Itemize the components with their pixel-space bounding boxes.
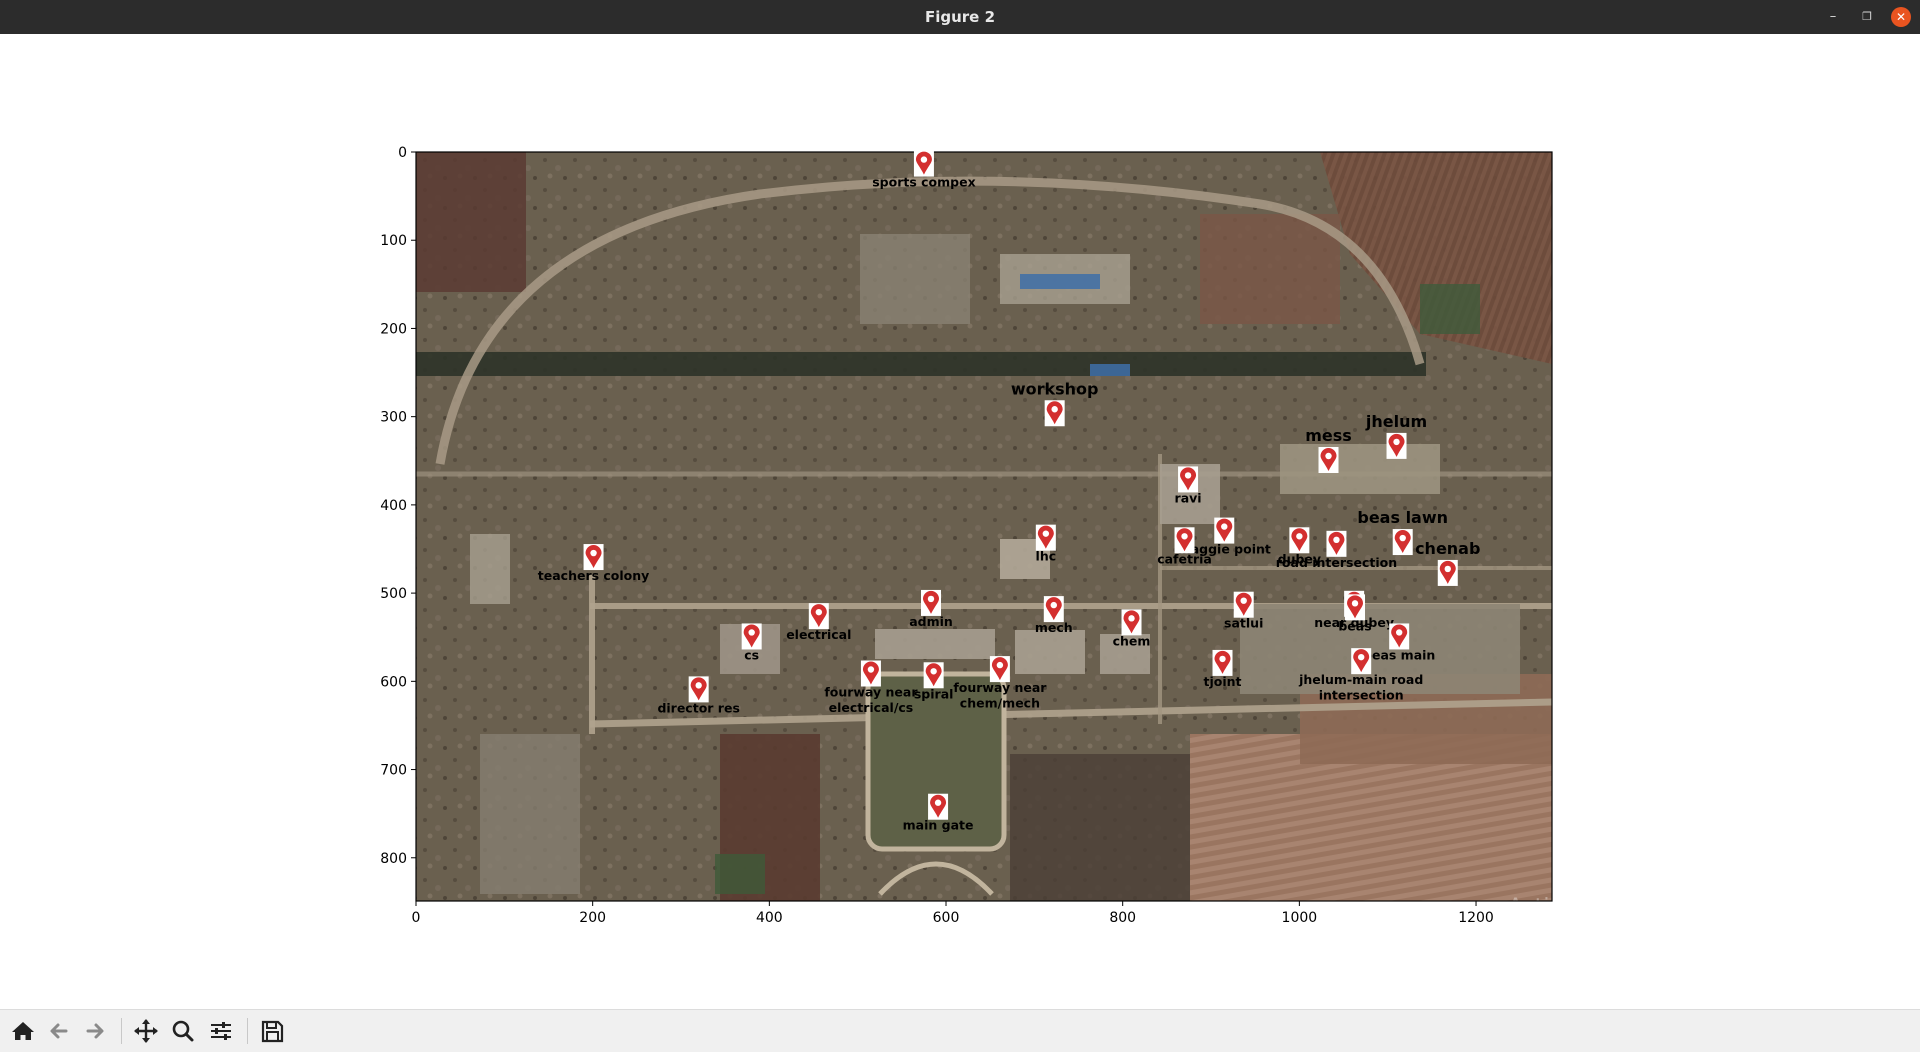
- zoom-button[interactable]: [168, 1017, 198, 1045]
- home-icon: [12, 1022, 34, 1040]
- landmark-label: jhelum: [1365, 412, 1427, 431]
- x-tick-label: 400: [756, 910, 783, 926]
- x-tick-label: 800: [1109, 910, 1136, 926]
- landmark-label: ravi: [1175, 490, 1202, 505]
- y-tick-label: 200: [380, 321, 407, 337]
- pan-button[interactable]: [131, 1017, 161, 1045]
- configure-subplots-button[interactable]: [206, 1017, 236, 1045]
- landmark-marker[interactable]: lhc: [1036, 524, 1057, 564]
- satellite-image: Acti: [416, 152, 1552, 920]
- forward-button[interactable]: [80, 1017, 110, 1045]
- landmark-label: electrical: [786, 627, 851, 642]
- landmark-label: chem: [1113, 633, 1151, 648]
- x-tick-label: 200: [579, 910, 606, 926]
- landmark-label: tjoint: [1203, 674, 1241, 689]
- back-button[interactable]: [44, 1017, 74, 1045]
- landmark-label: spiral: [914, 686, 954, 701]
- close-button[interactable]: ✕: [1891, 7, 1911, 27]
- maximize-button[interactable]: ❐: [1857, 7, 1877, 27]
- toolbar-separator: [121, 1018, 122, 1044]
- landmark-label: main gate: [903, 818, 974, 833]
- landmark-label: lhc: [1036, 549, 1057, 564]
- magnifier-icon: [172, 1020, 194, 1042]
- landmark-label: director res: [657, 700, 739, 715]
- y-tick-label: 300: [380, 410, 407, 426]
- landmark-marker[interactable]: cs: [741, 623, 762, 662]
- y-tick-label: 600: [380, 674, 407, 690]
- landmark-label: teachers colony: [538, 568, 650, 583]
- y-tick-label: 800: [380, 851, 407, 867]
- landmark-marker[interactable]: ravi: [1175, 466, 1202, 505]
- watermark-text: Acti: [1508, 895, 1550, 920]
- landmark-label: cs: [744, 647, 759, 662]
- x-tick-label: 1000: [1282, 910, 1318, 926]
- save-button[interactable]: [257, 1017, 287, 1045]
- arrow-right-icon: [86, 1023, 104, 1039]
- landmark-label: cafetria: [1157, 551, 1212, 566]
- move-icon: [134, 1019, 158, 1043]
- landmark-label: mess: [1305, 426, 1352, 445]
- x-tick-label: 600: [933, 910, 960, 926]
- landmark-label: satlui: [1224, 616, 1263, 631]
- landmark-label: road intersection: [1276, 555, 1397, 570]
- y-tick-label: 0: [398, 145, 407, 161]
- window-title: Figure 2: [924, 8, 996, 26]
- navigation-toolbar: [0, 1009, 1920, 1052]
- landmark-label: mech: [1035, 620, 1073, 635]
- landmark-label: workshop: [1011, 379, 1099, 398]
- sliders-icon: [211, 1022, 231, 1040]
- landmark-label: sports compex: [872, 175, 975, 190]
- map-plot[interactable]: Acti 0 200 400 600 800 1000 1200 0 100 200 300 400 5…: [0, 34, 1920, 1009]
- figure-canvas[interactable]: Acti 0 200 400 600 800 1000 1200 0 100 200 300 400 5…: [0, 34, 1920, 1009]
- landmark-label: fourway near chem/mech: [953, 680, 1047, 711]
- floppy-disk-icon: [261, 1020, 284, 1043]
- landmark-label: fourway near electrical/cs: [824, 685, 918, 716]
- y-tick-label: 500: [380, 586, 407, 602]
- landmark-label: admin: [909, 614, 953, 629]
- landmark-label: beas main: [1363, 647, 1435, 662]
- landmark-label: beas lawn: [1357, 508, 1448, 527]
- x-tick-label: 1200: [1458, 910, 1494, 926]
- arrow-left-icon: [50, 1023, 68, 1039]
- x-tick-label: 0: [412, 910, 421, 926]
- landmark-label: beas: [1338, 618, 1371, 633]
- home-button[interactable]: [8, 1017, 38, 1045]
- minimize-button[interactable]: –: [1823, 7, 1843, 27]
- y-tick-label: 100: [380, 233, 407, 249]
- landmark-label: chenab: [1415, 539, 1480, 558]
- toolbar-separator: [247, 1018, 248, 1044]
- y-tick-label: 700: [380, 763, 407, 779]
- y-tick-label: 400: [380, 498, 407, 514]
- window-titlebar: Figure 2 – ❐ ✕: [0, 0, 1920, 34]
